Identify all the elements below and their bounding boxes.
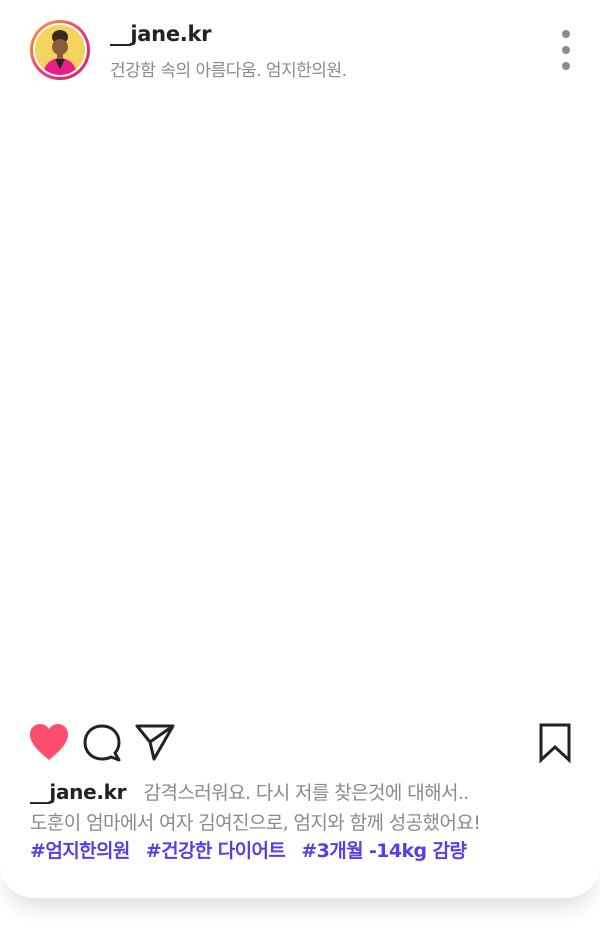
caption-line-2: 도훈이 엄마에서 여자 김여진으로, 엄지와 함께 성공했어요! [30,808,481,835]
caption-text-2: 도훈이 엄마에서 여자 김여진으로, 엄지와 함께 성공했어요! [30,812,481,834]
hashtag-link[interactable]: #3개월 -14kg 감량 [301,840,467,862]
bookmark-icon [539,723,571,764]
like-button[interactable] [28,722,70,766]
caption-text-1: 감격스러워요. 다시 저를 찾은것에 대해서.. [143,782,470,804]
caption-line-1: __jane.kr 감격스러워요. 다시 저를 찾은것에 대해서.. [30,778,469,805]
heart-icon [30,724,68,760]
hashtag-link[interactable]: #엄지한의원 [30,840,130,862]
hashtag-list: #엄지한의원 #건강한 다이어트 #3개월 -14kg 감량 [30,836,476,863]
avatar[interactable] [30,20,90,80]
avatar-photo [35,25,85,75]
comment-button[interactable] [82,723,122,767]
profile-person-icon [35,25,85,75]
post-card: __jane.kr 건강함 속의 아름다움. 엄지한의원. __jane.kr [0,0,600,898]
profile-username[interactable]: __jane.kr [110,22,211,46]
hashtag-link[interactable]: #건강한 다이어트 [146,840,286,862]
share-button[interactable] [134,722,176,766]
profile-bio: 건강함 속의 아름다움. 엄지한의원. [110,61,347,81]
save-button[interactable] [538,722,572,768]
caption-username[interactable]: __jane.kr [30,780,127,804]
post-image[interactable] [0,100,600,710]
comment-icon [83,724,121,762]
more-options-button[interactable] [554,28,578,72]
send-icon [135,724,175,761]
